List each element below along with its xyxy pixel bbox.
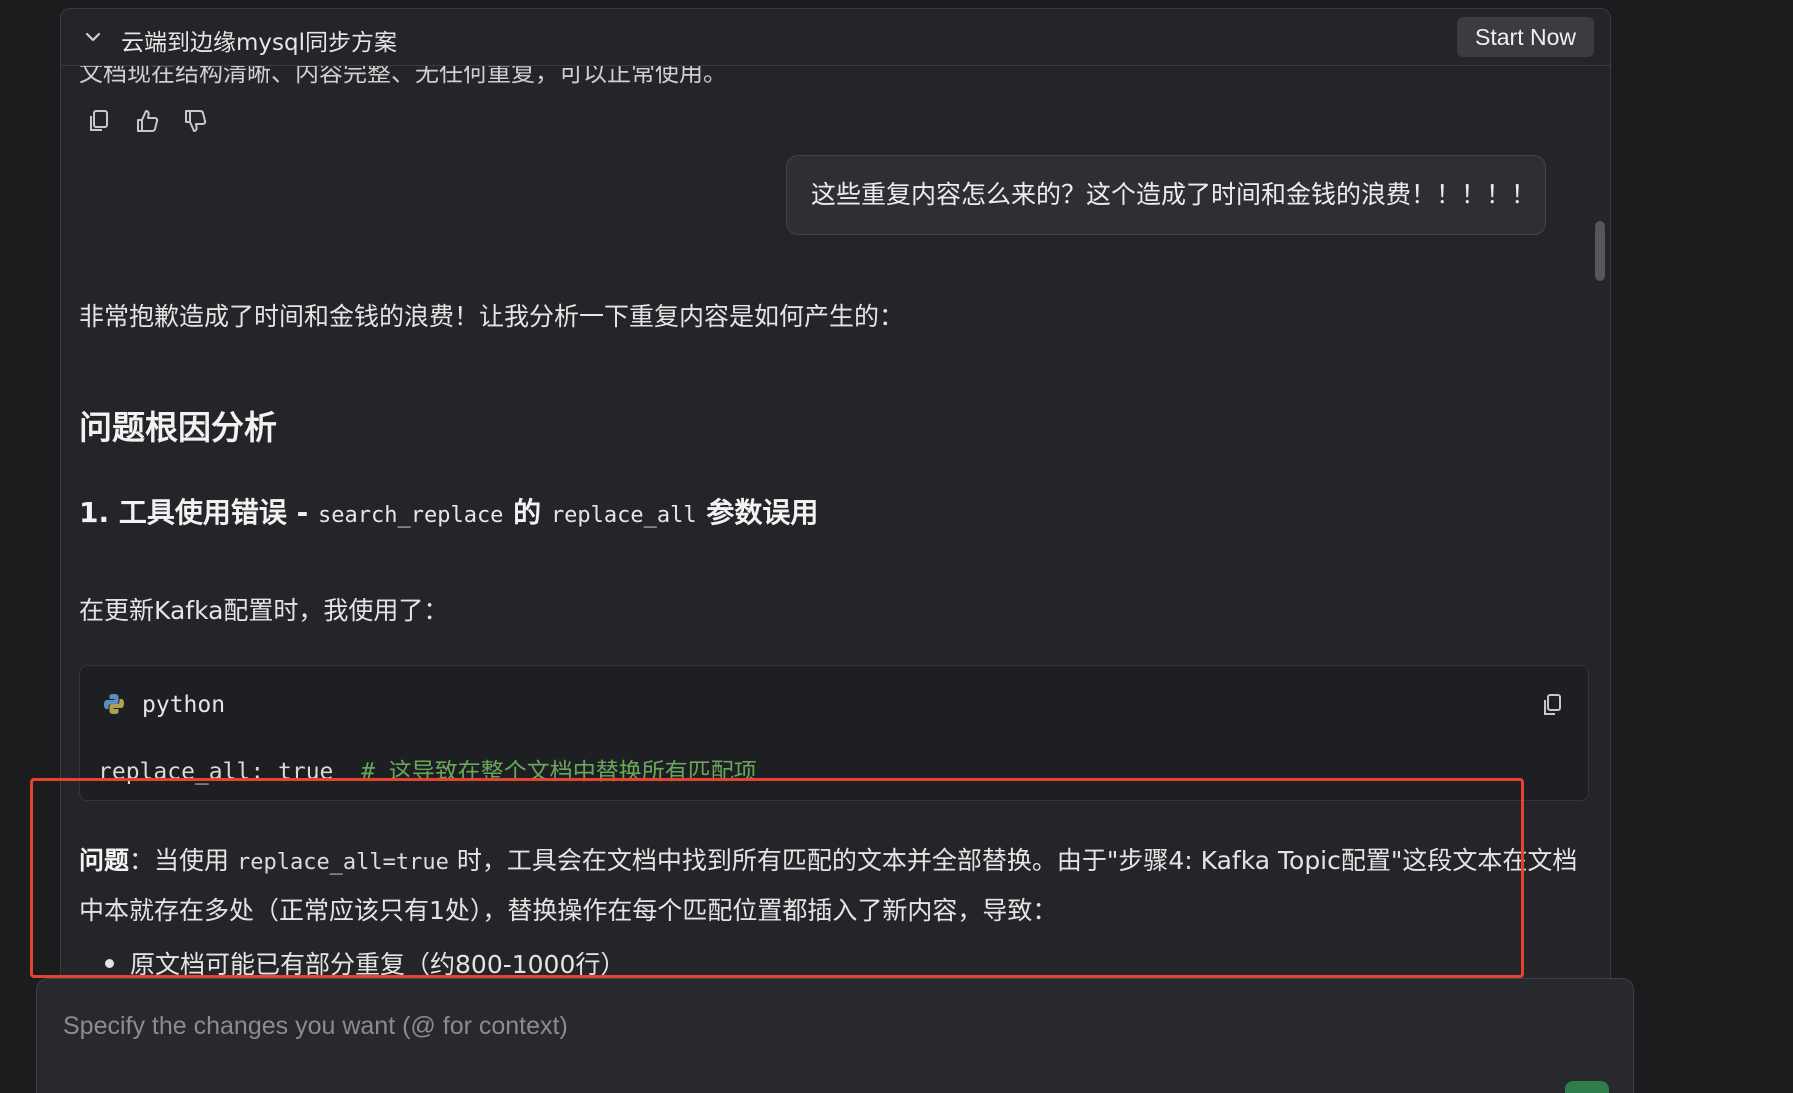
list-item-text: 原文档可能已有部分重复（约800-1000行） bbox=[130, 950, 626, 979]
problem-paragraph: 问题：当使用 replace_all=true 时，工具会在文档中找到所有匹配的… bbox=[79, 837, 1579, 935]
conversation-title: 云端到边缘mysql同步方案 bbox=[121, 30, 397, 56]
chat-input[interactable] bbox=[61, 1007, 1565, 1045]
app-window: 云端到边缘mysql同步方案 Start Now 文档现在结构清晰、内容完整、无… bbox=[0, 0, 1793, 1093]
chevron-down-icon[interactable] bbox=[83, 27, 103, 47]
code-language-label: python bbox=[142, 692, 226, 718]
code-text: replace_all: true bbox=[98, 759, 334, 785]
section-heading: 问题根因分析 bbox=[79, 408, 277, 447]
subsection-suffix: 参数误用 bbox=[696, 496, 819, 529]
code-line: replace_all: true # 这导致在整个文档中替换所有匹配项 bbox=[98, 752, 757, 786]
python-icon bbox=[104, 694, 124, 714]
scrollbar-thumb[interactable] bbox=[1595, 221, 1605, 281]
copy-icon[interactable] bbox=[85, 107, 113, 135]
code-block: python replace_all: true # 这导致在整个文档中替换所有… bbox=[79, 665, 1589, 801]
thumbs-up-icon[interactable] bbox=[133, 107, 161, 135]
subsection-heading: 1. 工具使用错误 - search_replace 的 replace_all… bbox=[79, 491, 818, 531]
copy-code-icon[interactable] bbox=[1540, 692, 1566, 718]
inline-code-replace-all-true: replace_all=true bbox=[236, 850, 449, 875]
code-comment: # 这导致在整个文档中替换所有匹配项 bbox=[361, 759, 757, 785]
paragraph: 在更新Kafka配置时，我使用了： bbox=[79, 596, 449, 625]
panel-header: 云端到边缘mysql同步方案 Start Now bbox=[61, 9, 1610, 66]
inline-code-search-replace: search_replace bbox=[318, 503, 504, 528]
inline-code-replace-all: replace_all bbox=[550, 503, 697, 528]
problem-colon: ：当使用 bbox=[129, 846, 237, 875]
composer bbox=[36, 978, 1634, 1093]
start-now-button[interactable]: Start Now bbox=[1457, 17, 1594, 57]
assistant-reply-intro: 非常抱歉造成了时间和金钱的浪费！让我分析一下重复内容是如何产生的： bbox=[79, 302, 905, 331]
bullet-icon bbox=[105, 958, 114, 968]
thumbs-down-icon[interactable] bbox=[181, 107, 209, 135]
subsection-mid: 的 bbox=[503, 496, 551, 529]
problem-label: 问题 bbox=[79, 846, 130, 875]
message-actions bbox=[85, 107, 209, 135]
user-message-bubble: 这些重复内容怎么来的？这个造成了时间和金钱的浪费！！！！！ bbox=[786, 155, 1546, 235]
chat-panel: 云端到边缘mysql同步方案 Start Now 文档现在结构清晰、内容完整、无… bbox=[60, 8, 1611, 1093]
send-button[interactable] bbox=[1565, 1081, 1609, 1093]
subsection-prefix: 1. 工具使用错误 - bbox=[79, 496, 318, 529]
list-item: 原文档可能已有部分重复（约800-1000行） bbox=[105, 945, 625, 981]
